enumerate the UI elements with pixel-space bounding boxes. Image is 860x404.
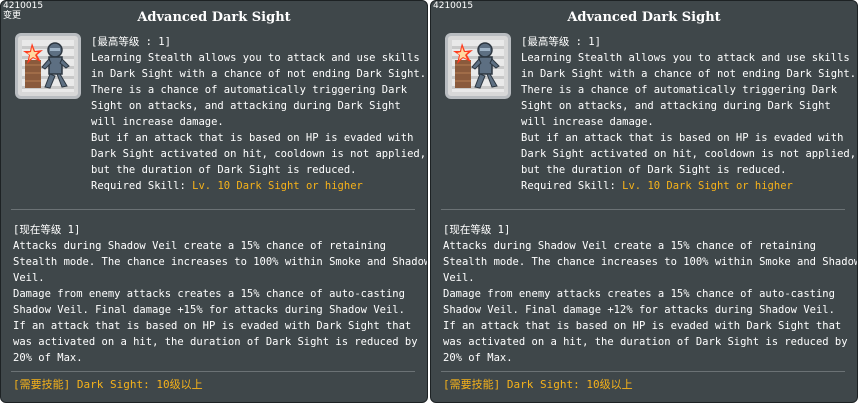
divider [11, 371, 415, 372]
max-level-label: [最高等级 : 1] [521, 36, 601, 48]
current-level-effects: [现在等级 1] Attacks during Shadow Veil crea… [13, 222, 428, 366]
effect-line: Stealth mode. The chance increases to 10… [13, 256, 428, 268]
skill-icon-frame [15, 33, 81, 99]
effect-line: Stealth mode. The chance increases to 10… [443, 256, 858, 268]
current-level-label: [现在等级 1] [443, 224, 511, 236]
skill-title: Advanced Dark Sight [567, 10, 721, 25]
divider [441, 209, 845, 210]
description-line: But if an attack that is based on HP is … [91, 132, 414, 144]
description-line: Dark Sight activated on hit, cooldown is… [521, 148, 857, 160]
skill-title: Advanced Dark Sight [137, 10, 291, 25]
description-line: in Dark Sight with a chance of not endin… [521, 68, 857, 80]
required-skill-footer: [需要技能] Dark Sight: 10级以上 [13, 378, 203, 391]
description-line: will increase damage. [91, 116, 224, 128]
description-line: Learning Stealth allows you to attack an… [91, 52, 420, 64]
required-skill: Required Skill: Lv. 10 Dark Sight or hig… [91, 178, 421, 194]
current-level-label: [现在等级 1] [13, 224, 81, 236]
required-skill: Required Skill: Lv. 10 Dark Sight or hig… [521, 178, 851, 194]
effect-line: Veil. [443, 272, 475, 284]
description-line: but the duration of Dark Sight is reduce… [91, 164, 357, 176]
effect-line: Shadow Veil. Final damage +15% for attac… [13, 304, 405, 316]
description-line: Sight on attacks, and attacking during D… [521, 100, 831, 112]
required-skill-label: Required Skill: [521, 180, 623, 192]
description-line: Learning Stealth allows you to attack an… [521, 52, 850, 64]
effect-line: was activated on a hit, the duration of … [443, 336, 848, 348]
skill-tooltip-right: 4210015 Advanced Dark Sight [最高等级 : 1] L… [430, 0, 858, 403]
effect-line: Shadow Veil. Final damage +12% for attac… [443, 304, 835, 316]
dark-sight-skill-icon [22, 40, 74, 92]
required-skill-value: Lv. 10 Dark Sight or higher [622, 180, 793, 192]
description-line: will increase damage. [521, 116, 654, 128]
description-line: Dark Sight activated on hit, cooldown is… [91, 148, 427, 160]
required-skill-label: Required Skill: [91, 180, 193, 192]
effect-line: 20% of Max. [443, 352, 513, 364]
description-line: But if an attack that is based on HP is … [521, 132, 844, 144]
required-skill-value: Lv. 10 Dark Sight or higher [192, 180, 363, 192]
description-line: Sight on attacks, and attacking during D… [91, 100, 401, 112]
skill-icon-frame [445, 33, 511, 99]
effect-line: was activated on a hit, the duration of … [13, 336, 418, 348]
effect-line: Attacks during Shadow Veil create a 15% … [443, 240, 816, 252]
description-line: There is a chance of automatically trigg… [91, 84, 408, 96]
effect-line: Veil. [13, 272, 45, 284]
skill-description: [最高等级 : 1] Learning Stealth allows you t… [91, 34, 427, 194]
effect-line: If an attack that is based on HP is evad… [443, 320, 842, 332]
effect-line: Damage from enemy attacks creates a 15% … [13, 288, 405, 300]
description-line: in Dark Sight with a chance of not endin… [91, 68, 427, 80]
effect-line: If an attack that is based on HP is evad… [13, 320, 412, 332]
effect-line: Attacks during Shadow Veil create a 15% … [13, 240, 386, 252]
divider [11, 209, 415, 210]
max-level-label: [最高等级 : 1] [91, 36, 171, 48]
effect-line: 20% of Max. [13, 352, 83, 364]
dark-sight-skill-icon [452, 40, 504, 92]
description-line: but the duration of Dark Sight is reduce… [521, 164, 787, 176]
skill-tooltip-left: 4210015 变更 Advanced Dark Sight [最高等级 : 1… [0, 0, 428, 403]
required-skill-footer: [需要技能] Dark Sight: 10级以上 [443, 378, 633, 391]
skill-description: [最高等级 : 1] Learning Stealth allows you t… [521, 34, 857, 194]
description-line: There is a chance of automatically trigg… [521, 84, 838, 96]
effect-line: Damage from enemy attacks creates a 15% … [443, 288, 835, 300]
current-level-effects: [现在等级 1] Attacks during Shadow Veil crea… [443, 222, 858, 366]
divider [441, 371, 845, 372]
